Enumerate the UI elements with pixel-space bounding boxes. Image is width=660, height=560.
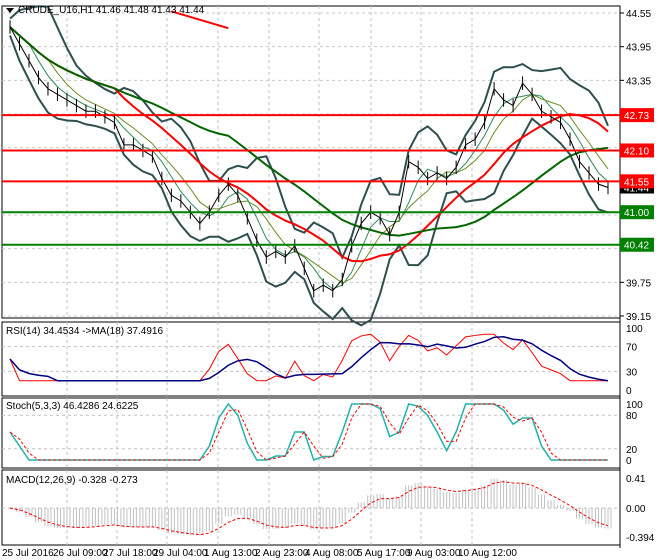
x-tick-label: 29 Jul 04:00 — [153, 548, 208, 559]
chart-window: 25 Jul 2016 26 Jul 09:00 27 Jul 18:00 29 Ju… — [0, 0, 660, 560]
bollinger-upper — [9, 5, 609, 261]
rsi-tick-label: 100 — [626, 324, 643, 335]
macd-label: MACD(12,26,9) -0.328 -0.273 — [6, 475, 138, 486]
x-tick-label: 4 Aug 08:00 — [305, 548, 359, 559]
stoch-tick-label: 80 — [626, 411, 638, 422]
x-tick-label: 2 Aug 23:00 — [255, 548, 309, 559]
stoch-signal-line — [9, 403, 608, 461]
x-tick-label: 27 Jul 18:00 — [103, 548, 158, 559]
price-tick-label: 43.95 — [626, 43, 651, 54]
stoch-tick-label: 20 — [626, 445, 638, 456]
rsi-ma-line — [9, 335, 609, 382]
x-tick-label: 10 Aug 12:00 — [458, 548, 517, 559]
level-label: 42.73 — [624, 111, 649, 122]
x-tick-label: 9 Aug 03:00 — [407, 548, 461, 559]
stoch-tick-label: 0 — [626, 456, 632, 467]
macd-tick-label: 0.00 — [626, 504, 646, 515]
x-tick-label: 1 Aug 13:00 — [204, 548, 258, 559]
x-tick-label: 26 Jul 09:00 — [53, 548, 108, 559]
macd-tick-label: -0.394 — [626, 533, 655, 544]
price-tick-label: 44.55 — [626, 9, 651, 20]
level-label: 42.10 — [624, 146, 649, 157]
rsi-tick-label: 0 — [626, 386, 632, 397]
stoch-main-line — [9, 402, 608, 461]
level-label: 41.00 — [624, 208, 649, 219]
price-tick-label: 39.15 — [626, 312, 651, 323]
level-label: 41.55 — [624, 177, 649, 188]
rsi-tick-label: 30 — [626, 367, 638, 378]
symbol-title: CRUDE_U16,H1 41.46 41.48 41.43 41.44 — [18, 5, 205, 16]
level-label: 40.42 — [624, 241, 649, 252]
ma-slow-line — [9, 26, 609, 237]
stoch-label: Stoch(5,3,3) 46.4286 24.6225 — [6, 401, 139, 412]
price-line — [9, 26, 609, 292]
rsi-tick-label: 70 — [626, 343, 638, 354]
collapse-arrow-icon[interactable] — [6, 8, 14, 13]
price-tick-label: 43.35 — [626, 76, 651, 87]
macd-tick-label: 0.41 — [626, 474, 646, 485]
stoch-tick-label: 100 — [626, 400, 643, 411]
main-pane — [1, 5, 621, 319]
x-tick-label: 25 Jul 2016 — [2, 548, 54, 559]
rsi-label: RSI(14) 34.4534 ->MA(18) 37.4916 — [6, 326, 164, 337]
price-tick-label: 39.75 — [626, 278, 651, 289]
x-tick-label: 5 Aug 17:00 — [357, 548, 411, 559]
